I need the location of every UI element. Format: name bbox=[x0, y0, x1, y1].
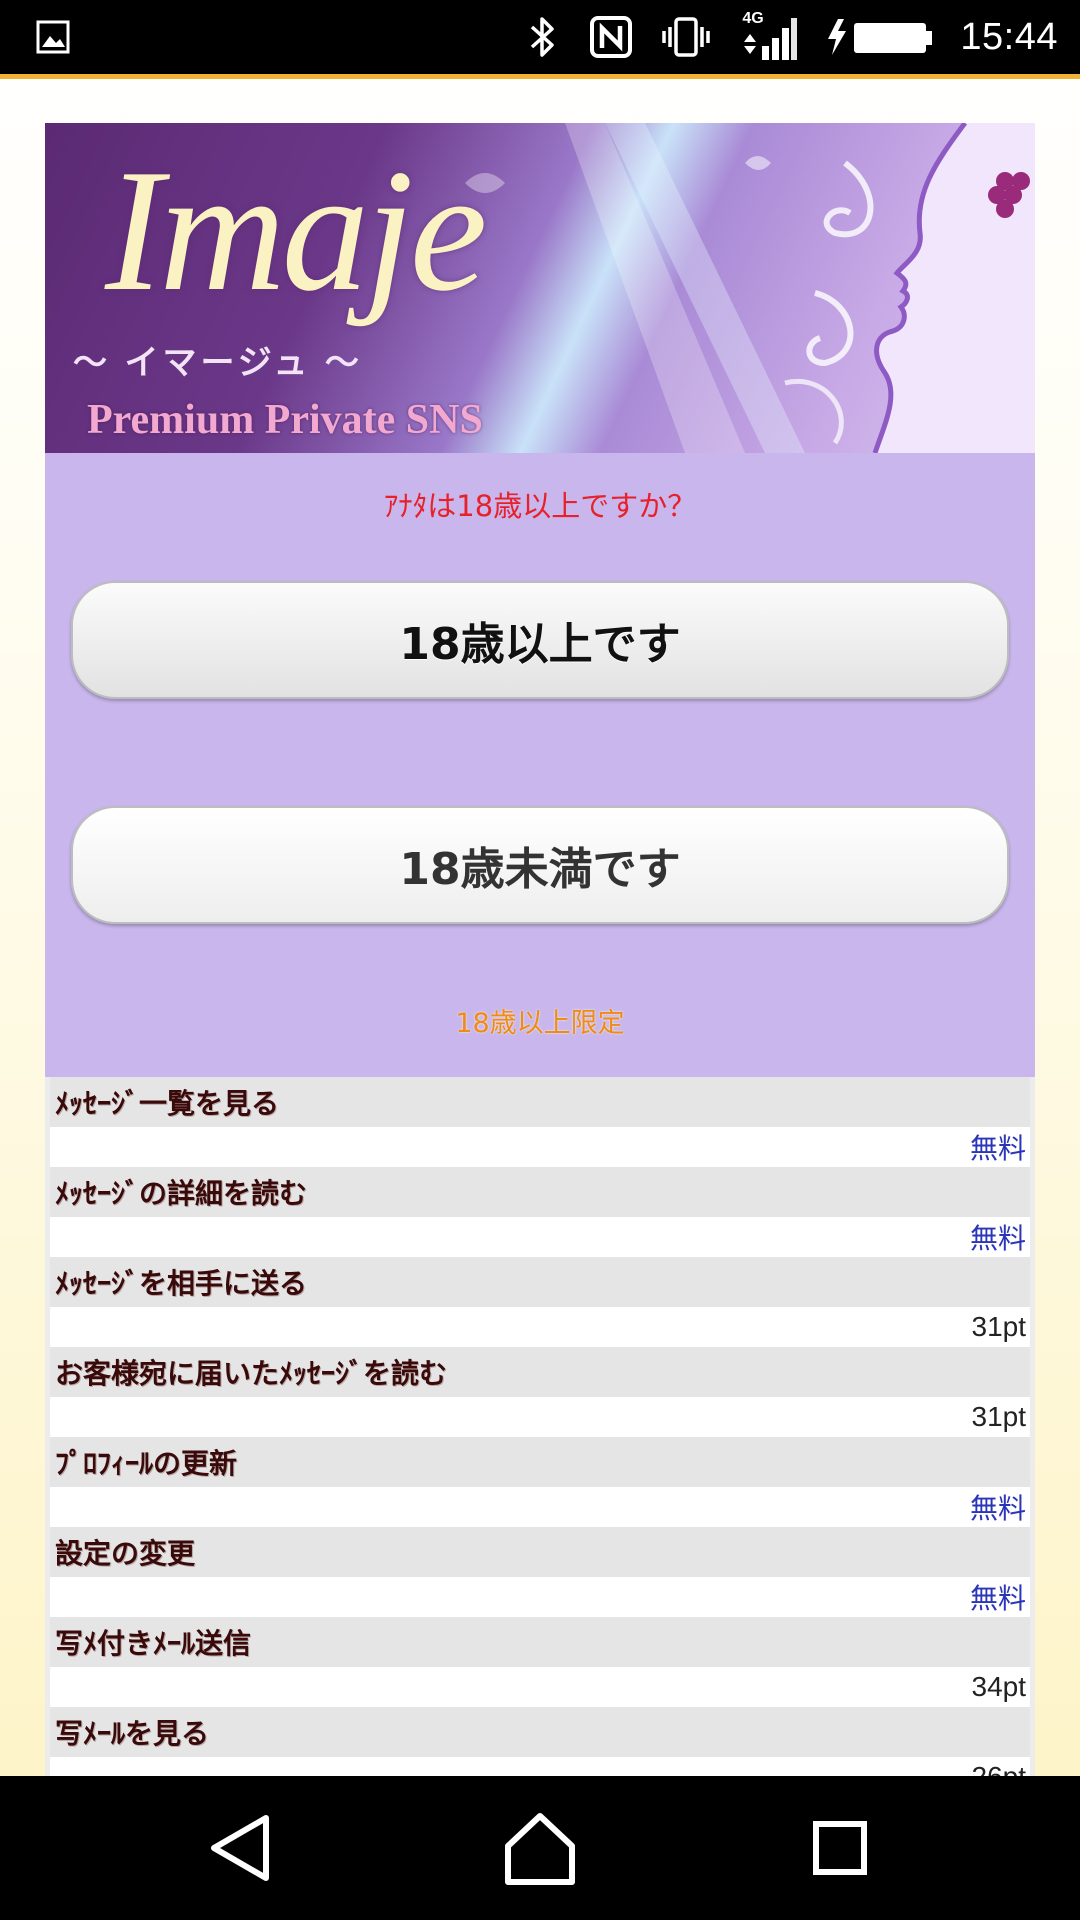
price-list-item-label: ﾒｯｾｰｼﾞ一覧を見る bbox=[50, 1077, 1030, 1127]
price-list-item-price: 無料 bbox=[50, 1127, 1030, 1167]
price-list-item-label: ﾒｯｾｰｼﾞの詳細を読む bbox=[50, 1167, 1030, 1217]
home-icon[interactable] bbox=[496, 1804, 584, 1892]
price-list-item-price: 無料 bbox=[50, 1217, 1030, 1257]
vibrate-icon bbox=[662, 17, 711, 57]
price-list-item-price: 無料 bbox=[50, 1487, 1030, 1527]
header-banner: Imaje ～ イマージュ ～ Premium Private SNS bbox=[45, 123, 1035, 453]
imaje-logo: Imaje bbox=[105, 133, 487, 327]
network-type-label: 4G bbox=[742, 10, 764, 27]
age-question: ｱﾅﾀは18歳以上ですか？ bbox=[383, 489, 697, 523]
price-list: ﾒｯｾｰｼﾞ一覧を見る 無料 ﾒｯｾｰｼﾞの詳細を読む 無料 ﾒｯｾｰｼﾞを相手に送る 3… bbox=[45, 1077, 1035, 1797]
woman-silhouette-illustration bbox=[784, 123, 1035, 453]
status-accent-line bbox=[0, 74, 1080, 79]
price-list-item-label: ﾒｯｾｰｼﾞを相手に送る bbox=[50, 1257, 1030, 1307]
recents-icon[interactable] bbox=[796, 1804, 884, 1892]
gallery-icon bbox=[36, 20, 70, 54]
navigation-bar bbox=[0, 1776, 1080, 1920]
main-content: Imaje ～ イマージュ ～ Premium Private SNS ｱﾅﾀは… bbox=[45, 123, 1035, 1797]
status-bar: 4G 15:44 bbox=[0, 0, 1080, 74]
back-icon[interactable] bbox=[196, 1804, 284, 1892]
clock: 15:44 bbox=[960, 15, 1058, 58]
under-18-button[interactable]: 18歳未満です bbox=[71, 806, 1009, 924]
price-list-item-label: 設定の変更 bbox=[50, 1527, 1030, 1577]
price-list-item-price: 31pt bbox=[50, 1397, 1030, 1437]
price-list-item-label: お客様宛に届いたﾒｯｾｰｼﾞを読む bbox=[50, 1347, 1030, 1397]
age-verification-section: ｱﾅﾀは18歳以上ですか？ 18歳以上です 18歳未満です 18歳以上限定 bbox=[45, 453, 1035, 1077]
price-list-item-price: 34pt bbox=[50, 1667, 1030, 1707]
price-list-item-label: ﾌﾟﾛﾌｨｰﾙの更新 bbox=[50, 1437, 1030, 1487]
price-list-item-label: 写ﾒ付きﾒｰﾙ送信 bbox=[50, 1617, 1030, 1667]
banner-tagline: Premium Private SNS bbox=[87, 397, 483, 443]
signal-icon: 4G bbox=[738, 10, 798, 62]
banner-subtitle: ～ イマージュ ～ bbox=[73, 344, 363, 382]
battery-charging-icon bbox=[828, 19, 933, 55]
price-list-item-price: 無料 bbox=[50, 1577, 1030, 1617]
age-restriction-note: 18歳以上限定 bbox=[455, 1008, 625, 1039]
price-list-item-label: 写ﾒｰﾙを見る bbox=[50, 1707, 1030, 1757]
over-18-button[interactable]: 18歳以上です bbox=[71, 581, 1009, 699]
price-list-item-price: 31pt bbox=[50, 1307, 1030, 1347]
nfc-icon bbox=[590, 16, 633, 58]
bluetooth-icon bbox=[531, 17, 555, 57]
